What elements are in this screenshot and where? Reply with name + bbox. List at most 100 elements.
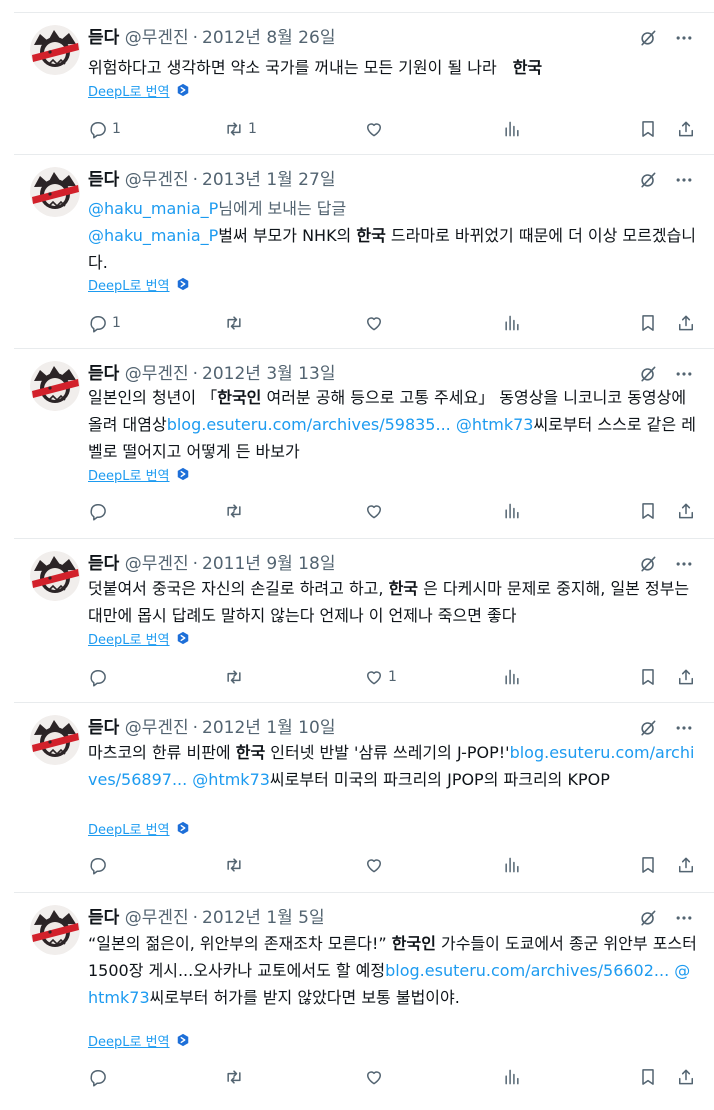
more-options-icon[interactable] <box>674 908 694 928</box>
bookmark-button[interactable] <box>638 665 658 689</box>
user-handle[interactable]: @무겐진 <box>125 170 189 190</box>
avatar[interactable] <box>30 715 80 765</box>
tweet-date[interactable]: 2012년 1월 5일 <box>202 908 325 928</box>
user-handle[interactable]: @무겐진 <box>125 554 189 574</box>
grok-icon[interactable] <box>638 170 658 190</box>
views-button[interactable] <box>502 311 522 335</box>
share-button[interactable] <box>676 665 696 689</box>
reply-button[interactable] <box>88 499 112 523</box>
reply-icon <box>88 313 108 333</box>
text-link[interactable]: @htmk73 <box>456 415 534 434</box>
more-options-icon[interactable] <box>674 718 694 738</box>
text-link[interactable]: blog.esuteru.com/archives/56602... <box>385 961 669 980</box>
display-name[interactable]: 듣다 <box>88 364 119 384</box>
translate-link[interactable]: DeepL로 번역 <box>88 629 190 648</box>
keyword-bold: 한국 <box>235 743 266 762</box>
like-button[interactable] <box>364 499 388 523</box>
avatar[interactable] <box>30 905 80 955</box>
retweet-button[interactable] <box>224 665 248 689</box>
translate-link[interactable]: DeepL로 번역 <box>88 465 190 484</box>
tweet[interactable]: 듣다 @무겐진 · 2013년 1월 27일 @haku_mania_P님에게 보내… <box>14 154 714 348</box>
tweet-date[interactable]: 2013년 1월 27일 <box>202 170 335 190</box>
text-span: 벌써 부모가 NHK의 <box>218 226 357 245</box>
display-name[interactable]: 듣다 <box>88 554 119 574</box>
reply-button[interactable]: 1 <box>88 117 121 141</box>
more-options-icon[interactable] <box>674 554 694 574</box>
user-handle[interactable]: @무겐진 <box>125 718 189 738</box>
avatar[interactable] <box>30 25 80 75</box>
like-button[interactable] <box>364 117 388 141</box>
more-options-icon[interactable] <box>674 170 694 190</box>
user-handle[interactable]: @무겐진 <box>125 364 189 384</box>
tweet[interactable]: 듣다 @무겐진 · 2012년 3월 13일 일본인의 청년이 「한국인 여러분 공… <box>14 348 714 538</box>
avatar[interactable] <box>30 551 80 601</box>
tweet-date[interactable]: 2012년 8월 26일 <box>202 28 335 48</box>
translate-link[interactable]: DeepL로 번역 <box>88 275 190 294</box>
bookmark-button[interactable] <box>638 311 658 335</box>
bookmark-icon <box>638 667 658 687</box>
retweet-button[interactable] <box>224 1065 248 1089</box>
views-icon <box>502 501 522 521</box>
display-name[interactable]: 듣다 <box>88 908 119 928</box>
avatar[interactable] <box>30 167 80 217</box>
text-link[interactable]: @htmk73 <box>192 770 270 789</box>
text-link[interactable]: @haku_mania_P <box>88 226 218 245</box>
tweet-header: 듣다 @무겐진 · 2011년 9월 18일 <box>88 553 335 575</box>
bookmark-button[interactable] <box>638 117 658 141</box>
retweet-button[interactable] <box>224 853 248 877</box>
separator-dot: · <box>192 554 199 574</box>
reply-button[interactable]: 1 <box>88 311 121 335</box>
grok-icon[interactable] <box>638 28 658 48</box>
grok-icon[interactable] <box>638 908 658 928</box>
text-span: “일본의 젊은이, 위안부의 존재조차 모른다!” <box>88 934 392 953</box>
tweet[interactable]: 듣다 @무겐진 · 2012년 8월 26일 위험하다고 생각하면 약소 국가를 꺼… <box>14 12 714 154</box>
tweet[interactable]: 듣다 @무겐진 · 2011년 9월 18일 덧붙여서 중국은 자신의 손길로 하려… <box>14 538 714 702</box>
avatar[interactable] <box>30 361 80 411</box>
share-button[interactable] <box>676 117 696 141</box>
views-button[interactable] <box>502 117 522 141</box>
grok-icon[interactable] <box>638 718 658 738</box>
views-button[interactable] <box>502 1065 522 1089</box>
text-link[interactable]: @haku_mania_P <box>88 199 218 218</box>
retweet-button[interactable]: 1 <box>224 117 257 141</box>
keyword-bold: 한국인 <box>217 388 262 407</box>
tweet[interactable]: 듣다 @무겐진 · 2012년 1월 10일 마츠코의 한류 비판에 한국 인터넷 … <box>14 702 714 892</box>
grok-icon[interactable] <box>638 364 658 384</box>
views-button[interactable] <box>502 853 522 877</box>
text-link[interactable]: blog.esuteru.com/archives/59835... <box>167 415 451 434</box>
display-name[interactable]: 듣다 <box>88 718 119 738</box>
translate-link[interactable]: DeepL로 번역 <box>88 819 190 838</box>
like-button[interactable] <box>364 853 388 877</box>
bookmark-button[interactable] <box>638 499 658 523</box>
like-button[interactable] <box>364 311 388 335</box>
retweet-button[interactable] <box>224 499 248 523</box>
share-button[interactable] <box>676 853 696 877</box>
like-button[interactable]: 1 <box>364 665 397 689</box>
tweet[interactable]: 듣다 @무겐진 · 2012년 1월 5일 “일본의 젊은이, 위안부의 존재조차 … <box>14 892 714 1110</box>
reply-icon <box>88 501 108 521</box>
bookmark-button[interactable] <box>638 1065 658 1089</box>
translate-link[interactable]: DeepL로 번역 <box>88 1031 190 1050</box>
reply-button[interactable] <box>88 853 112 877</box>
views-button[interactable] <box>502 499 522 523</box>
translate-link[interactable]: DeepL로 번역 <box>88 81 190 100</box>
share-button[interactable] <box>676 311 696 335</box>
bookmark-button[interactable] <box>638 853 658 877</box>
share-button[interactable] <box>676 1065 696 1089</box>
reply-button[interactable] <box>88 1065 112 1089</box>
more-options-icon[interactable] <box>674 364 694 384</box>
display-name[interactable]: 듣다 <box>88 170 119 190</box>
retweet-button[interactable] <box>224 311 248 335</box>
grok-icon[interactable] <box>638 554 658 574</box>
tweet-date[interactable]: 2012년 1월 10일 <box>202 718 335 738</box>
reply-button[interactable] <box>88 665 112 689</box>
tweet-date[interactable]: 2011년 9월 18일 <box>202 554 335 574</box>
like-button[interactable] <box>364 1065 388 1089</box>
views-button[interactable] <box>502 665 522 689</box>
user-handle[interactable]: @무겐진 <box>125 28 189 48</box>
display-name[interactable]: 듣다 <box>88 28 119 48</box>
user-handle[interactable]: @무겐진 <box>125 908 189 928</box>
share-button[interactable] <box>676 499 696 523</box>
tweet-date[interactable]: 2012년 3월 13일 <box>202 364 335 384</box>
more-options-icon[interactable] <box>674 28 694 48</box>
